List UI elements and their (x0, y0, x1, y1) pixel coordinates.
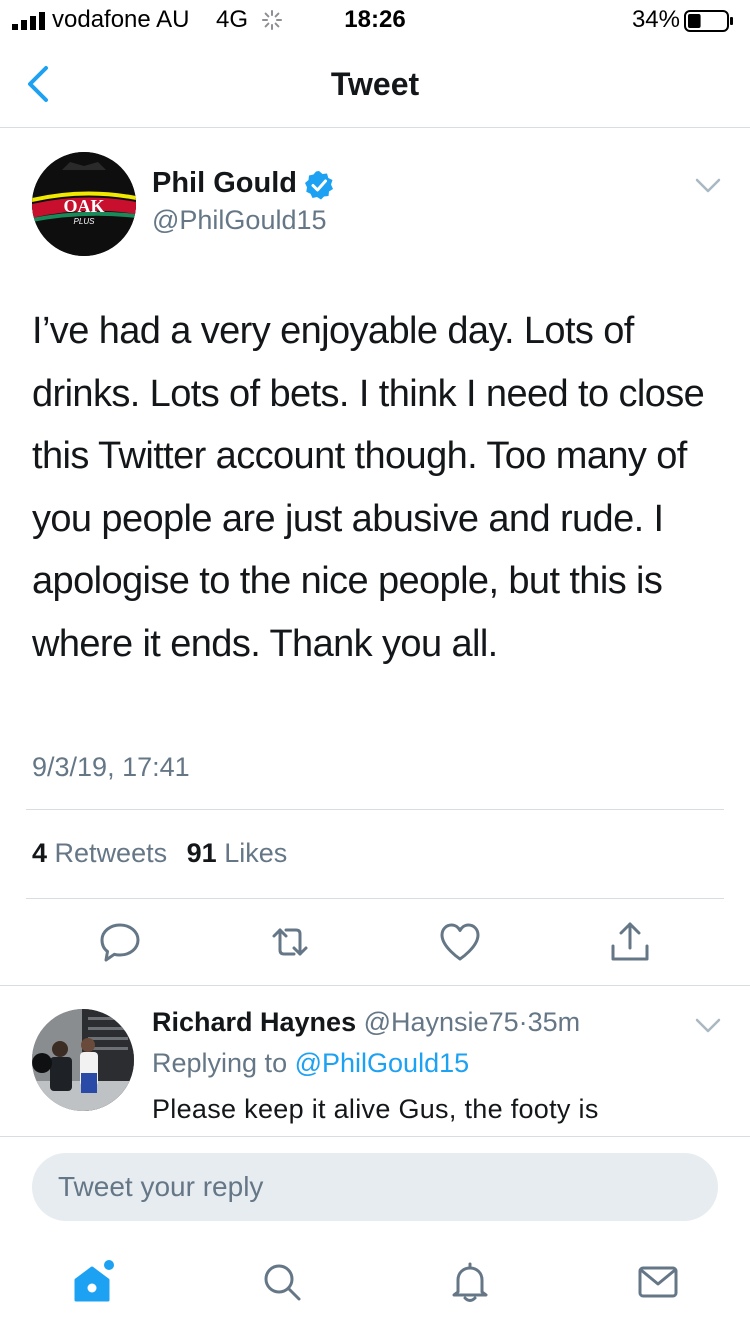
divider (26, 898, 724, 899)
reply-separator: · (518, 1007, 528, 1037)
page-title: Tweet (330, 66, 420, 102)
author-avatar[interactable]: OAK PLUS (32, 152, 136, 256)
author-handle[interactable]: @PhilGould15 (152, 205, 327, 236)
reply-time: 35m (527, 1007, 581, 1037)
replying-to-line: Replying to @PhilGould15 (152, 1048, 469, 1079)
reply-text[interactable]: Please keep it alive Gus, the footy is (152, 1094, 599, 1125)
share-icon[interactable] (606, 918, 654, 966)
reply-icon[interactable] (96, 918, 144, 966)
divider (26, 809, 724, 810)
notifications-icon[interactable] (446, 1258, 494, 1306)
author-name[interactable]: Phil Gould (152, 167, 297, 200)
replying-to-label: Replying to (152, 1048, 288, 1078)
avatar-sponsor-text: OAK (63, 196, 104, 216)
likes-count: 91 (186, 838, 217, 868)
retweet-icon[interactable] (266, 918, 314, 966)
reply-header: Richard Haynes @Haynsie75·35m (152, 1007, 580, 1038)
retweets-count: 4 (32, 838, 48, 868)
battery-percentage: 34% (631, 6, 680, 33)
battery-icon (684, 10, 733, 32)
messages-icon[interactable] (634, 1258, 682, 1306)
likes-stat[interactable]: 91 Likes (187, 838, 288, 868)
reply-input[interactable] (32, 1153, 718, 1221)
reply-chevron-down-icon[interactable] (694, 1016, 722, 1036)
reply-author-avatar[interactable] (32, 1009, 134, 1111)
tweet-timestamp: 9/3/19, 17:41 (32, 752, 190, 782)
tweet-stats: 4 Retweets 91 Likes (32, 838, 287, 869)
status-bar: vodafone AU 4G 18:26 34% (0, 0, 750, 40)
retweets-label: Retweets (54, 838, 168, 868)
likes-label: Likes (224, 838, 288, 868)
reply-author-handle[interactable]: @Haynsie75 (364, 1007, 519, 1037)
navigation-bar: Tweet (0, 40, 750, 128)
verified-badge-icon (305, 171, 333, 200)
reply-author-name[interactable]: Richard Haynes (152, 1007, 356, 1037)
retweets-stat[interactable]: 4 Retweets (32, 838, 167, 868)
replying-to-link[interactable]: @PhilGould15 (295, 1048, 470, 1078)
tweet-text: I’ve had a very enjoyable day. Lots of d… (32, 310, 705, 665)
divider (0, 985, 750, 986)
search-icon[interactable] (258, 1258, 306, 1306)
chevron-down-icon[interactable] (694, 176, 722, 196)
home-icon[interactable] (68, 1258, 116, 1306)
avatar-sponsor-subtext: PLUS (74, 217, 96, 226)
like-icon[interactable] (436, 918, 484, 966)
